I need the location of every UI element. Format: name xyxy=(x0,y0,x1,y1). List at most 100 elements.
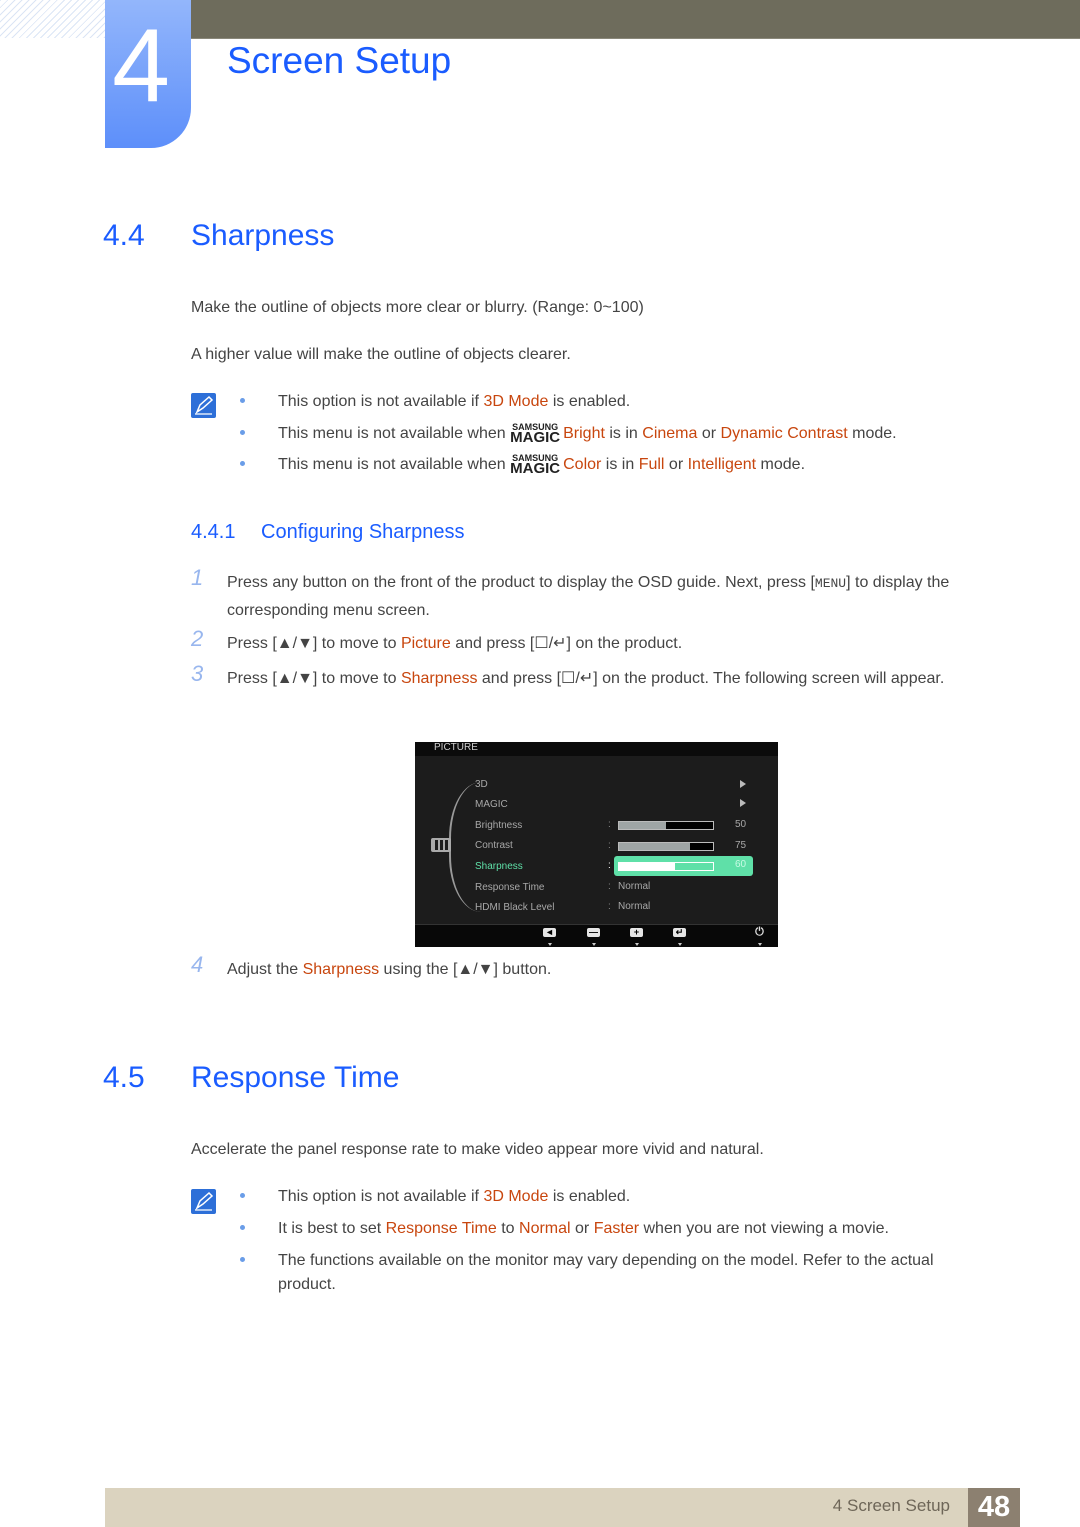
power-icon: ⏻ xyxy=(755,926,764,938)
hdmi-black-level-value: Normal xyxy=(618,901,651,912)
submenu-arrow-icon xyxy=(740,780,746,788)
colon: : xyxy=(608,881,611,892)
paragraph: A higher value will make the outline of … xyxy=(191,346,571,363)
section-number: 4.4 xyxy=(103,219,145,252)
osd-footer-buttons: ◄ — + ↵ ⏻ xyxy=(415,924,778,947)
highlight-term: Picture xyxy=(400,635,451,652)
text: using the [▲/▼] button. xyxy=(379,961,552,978)
footer-chapter-label: 4 Screen Setup xyxy=(832,1496,950,1515)
text: mode. xyxy=(756,456,806,473)
osd-item-sharpness: Sharpness xyxy=(475,861,523,872)
colon: : xyxy=(608,819,611,830)
text: mode. xyxy=(847,425,897,442)
chapter-number: 4 xyxy=(112,8,170,124)
text: is enabled. xyxy=(548,393,631,410)
highlight-term: Bright xyxy=(563,425,605,442)
text: This menu is not available when xyxy=(278,425,511,442)
text: It is best to set xyxy=(278,1220,386,1237)
text: Press [▲/▼] to move to xyxy=(227,635,401,652)
text: or xyxy=(664,456,688,473)
sharpness-value: 60 xyxy=(735,859,747,870)
logo-bottom: MAGIC xyxy=(510,460,561,477)
button-indicator-icon xyxy=(548,943,552,946)
chapter-number-block: 4 xyxy=(105,0,191,148)
section-number: 4.5 xyxy=(103,1061,145,1094)
osd-header-title: PICTURE xyxy=(434,742,478,753)
slider-fill xyxy=(619,822,666,829)
section-title: Response Time xyxy=(191,1061,400,1094)
text: and press [☐/↵] on the product. xyxy=(450,635,683,652)
samsung-magic-logo: SAMSUNG MAGIC xyxy=(510,423,560,446)
button-indicator-icon xyxy=(592,943,596,946)
osd-item-magic: MAGIC xyxy=(475,799,508,810)
highlight-term: Sharpness xyxy=(400,670,478,687)
colon: : xyxy=(608,840,611,851)
text: when you are not viewing a movie. xyxy=(639,1220,889,1237)
subsection-number: 4.4.1 xyxy=(191,521,236,543)
paragraph: Make the outline of objects more clear o… xyxy=(191,299,644,316)
colon: : xyxy=(608,860,611,871)
text: Press [▲/▼] to move to xyxy=(227,670,401,687)
text: or xyxy=(570,1220,594,1237)
chapter-title: Screen Setup xyxy=(227,40,452,81)
picture-category-icon xyxy=(431,838,451,852)
bullet-dot xyxy=(240,398,245,403)
sharpness-slider xyxy=(618,862,714,871)
header-bar xyxy=(191,0,1080,39)
highlight-term: 3D Mode xyxy=(483,393,549,410)
osd-item-response-time: Response Time xyxy=(475,882,545,893)
highlight-term: Color xyxy=(563,456,602,473)
highlight-term: Faster xyxy=(593,1220,640,1237)
highlight-term: Sharpness xyxy=(302,961,380,978)
slider-fill xyxy=(619,843,690,850)
button-indicator-icon xyxy=(635,943,639,946)
page-number: 48 xyxy=(968,1488,1020,1527)
brightness-slider xyxy=(618,821,714,830)
enter-icon: ↵ xyxy=(673,928,686,937)
step-number: 3 xyxy=(191,661,204,686)
text: or xyxy=(697,425,721,442)
left-icon: ◄ xyxy=(543,928,556,937)
brightness-value: 50 xyxy=(735,819,747,830)
note-pencil-icon xyxy=(191,1189,216,1214)
text: Adjust the xyxy=(227,961,303,978)
osd-item-contrast: Contrast xyxy=(475,840,513,851)
contrast-slider xyxy=(618,842,714,851)
text: to xyxy=(496,1220,520,1237)
step-number: 1 xyxy=(191,565,204,590)
sharpness-selected-row: 60 xyxy=(614,856,753,876)
plus-icon: + xyxy=(630,928,643,937)
bullet-dot xyxy=(240,430,245,435)
section-heading-response-time: 4.5 Response Time xyxy=(103,1061,399,1095)
text: This option is not available if xyxy=(278,1188,484,1205)
menu-key: MENU xyxy=(814,576,847,591)
button-indicator-icon xyxy=(678,943,682,946)
subsection-heading: 4.4.1 Configuring Sharpness xyxy=(191,521,464,544)
text: product. xyxy=(278,1276,336,1293)
osd-item-brightness: Brightness xyxy=(475,820,523,831)
osd-item-3d: 3D xyxy=(475,779,488,790)
osd-picture-menu: PICTURE 3D MAGIC Brightness : 50 Contras… xyxy=(415,742,778,947)
section-heading-sharpness: 4.4 Sharpness xyxy=(103,219,334,253)
text: is in xyxy=(604,425,643,442)
bullet-dot xyxy=(240,1225,245,1230)
highlight-term: Normal xyxy=(519,1220,571,1237)
text: is enabled. xyxy=(548,1188,631,1205)
note-pencil-icon xyxy=(191,393,216,418)
submenu-arrow-icon xyxy=(740,799,746,807)
header-hatch-decoration xyxy=(0,0,105,38)
button-indicator-icon xyxy=(758,943,762,946)
page-footer: 4 Screen Setup 48 xyxy=(105,1488,1020,1527)
bullet-dot xyxy=(240,1193,245,1198)
highlight-term: Cinema xyxy=(642,425,698,442)
slider-fill xyxy=(619,863,676,870)
text: and press [☐/↵] on the product. The foll… xyxy=(477,670,945,687)
text: is in xyxy=(601,456,639,473)
text: The functions available on the monitor m… xyxy=(278,1252,934,1269)
highlight-term: Intelligent xyxy=(687,456,757,473)
highlight-term: 3D Mode xyxy=(483,1188,549,1205)
colon: : xyxy=(608,901,611,912)
minus-icon: — xyxy=(587,927,600,937)
step-number: 2 xyxy=(191,626,204,651)
bullet-dot xyxy=(240,461,245,466)
